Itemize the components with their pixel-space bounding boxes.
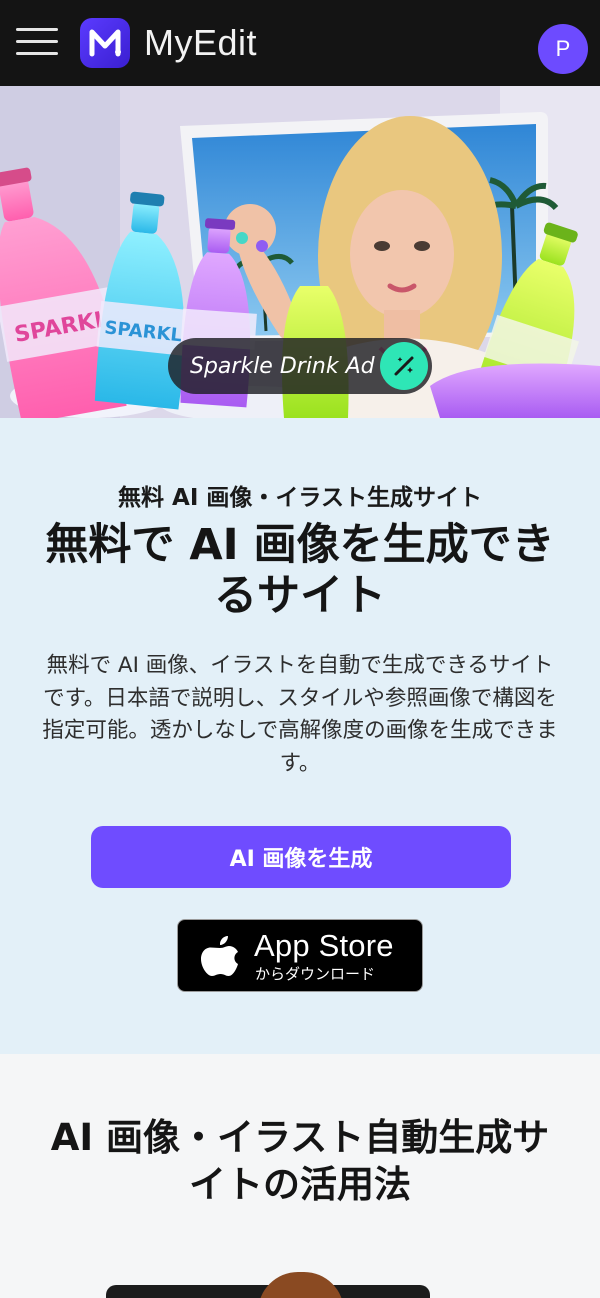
user-avatar[interactable]: P [538, 24, 588, 74]
top-bar: MyEdit P [0, 0, 600, 86]
usage-section-title: AI 画像・イラスト自動生成サイトの活用法 [50, 1116, 550, 1206]
app-store-subtitle: からダウンロード [255, 965, 376, 983]
hamburger-icon[interactable] [16, 28, 58, 58]
page-title: 無料で AI 画像を生成できるサイト [45, 520, 555, 621]
prompt-chip-label: Sparkle Drink Ad [190, 353, 375, 379]
section-eyebrow: 無料 AI 画像・イラスト生成サイト [118, 485, 482, 511]
app-store-title: App Store [254, 928, 394, 963]
magic-wand-icon[interactable] [380, 342, 428, 390]
logo-text[interactable]: MyEdit [144, 22, 257, 64]
generate-ai-image-button[interactable]: AI 画像を生成 [91, 826, 511, 888]
prompt-chip[interactable]: Sparkle Drink Ad [168, 338, 432, 394]
apple-icon [198, 932, 242, 980]
myedit-logo-icon[interactable] [80, 18, 130, 68]
intro-description: 無料で AI 画像、イラストを自動で生成できるサイトです。日本語で説明し、スタイ… [42, 653, 558, 776]
app-store-badge[interactable]: App Store からダウンロード [177, 919, 423, 992]
